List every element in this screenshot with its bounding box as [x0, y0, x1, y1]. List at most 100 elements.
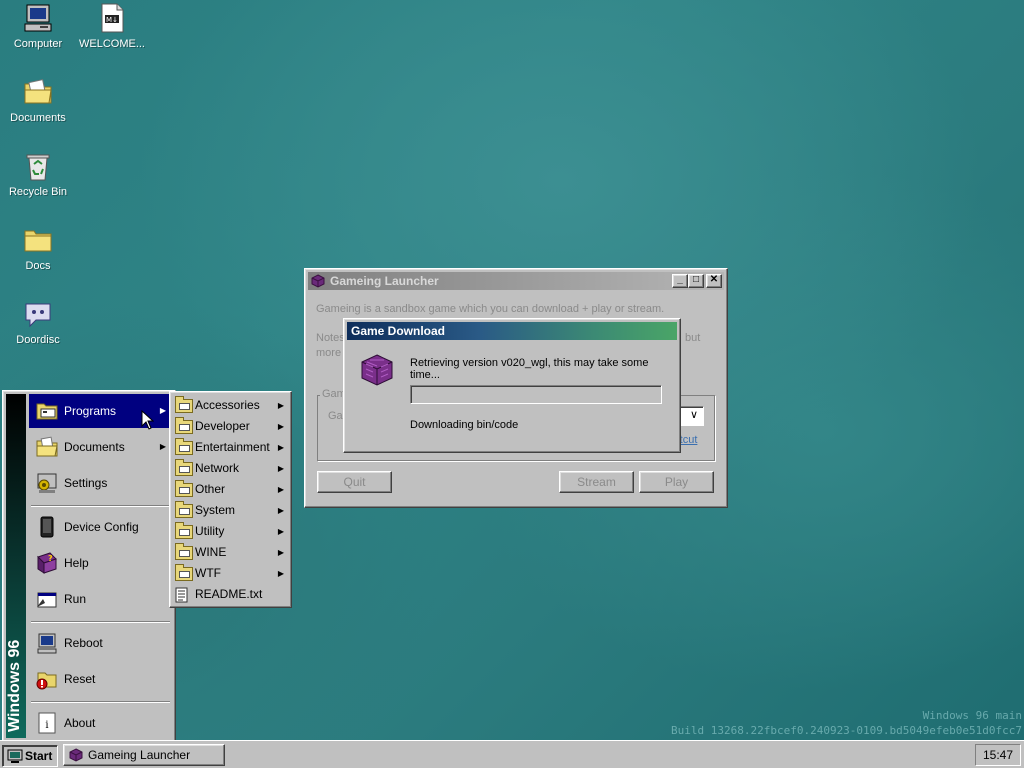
programs-item-label: Entertainment — [195, 440, 270, 454]
programs-item-label: Other — [195, 482, 226, 496]
programs-item-readme[interactable]: README.txt — [173, 584, 288, 605]
mouse-cursor-icon — [141, 409, 155, 433]
program-group-icon — [175, 480, 193, 497]
programs-item-label: Developer — [195, 419, 250, 433]
start-button-label: Start — [25, 749, 53, 763]
start-menu-item-label: About — [64, 716, 96, 730]
download-progress-bar — [410, 385, 662, 404]
start-menu[interactable]: Windows 96 Programs ▶ Documents ▶ Settin… — [2, 390, 176, 742]
desktop-icon-label: Docs — [25, 260, 51, 272]
start-menu-item-reset[interactable]: Reset — [29, 662, 172, 696]
launcher-title: Gameing Launcher — [330, 274, 439, 288]
folder-icon — [22, 224, 54, 256]
start-menu-item-device-config[interactable]: Device Config — [29, 510, 172, 544]
programs-item-system[interactable]: System ▶ — [173, 500, 288, 521]
desktop-icon-documents[interactable]: Documents — [0, 76, 76, 124]
start-menu-item-settings[interactable]: Settings — [29, 466, 172, 500]
start-menu-item-about[interactable]: i About — [29, 706, 172, 740]
watermark-line-2: Build 13268.22fbcef0.240923-0109.bd5049e… — [671, 724, 1022, 737]
download-titlebar[interactable]: Game Download — [347, 322, 677, 340]
documents-folder-icon — [22, 76, 54, 108]
programs-item-wtf[interactable]: WTF ▶ — [173, 563, 288, 584]
programs-item-accessories[interactable]: Accessories ▶ — [173, 395, 288, 416]
launcher-more: more — [316, 347, 342, 359]
minimize-button[interactable]: _ — [672, 274, 688, 288]
chevron-right-icon: ▶ — [277, 422, 284, 431]
menu-divider — [31, 621, 170, 623]
program-group-icon — [175, 459, 193, 476]
program-group-icon — [175, 522, 193, 539]
launcher-titlebar[interactable]: Gameing Launcher _ □ ✕ — [308, 272, 724, 290]
documents-icon — [35, 435, 59, 459]
program-group-icon — [175, 417, 193, 434]
windows-logo-icon — [7, 748, 23, 770]
start-menu-banner-label: Windows 96 — [6, 639, 23, 732]
settings-icon — [35, 471, 59, 495]
reset-icon — [35, 667, 59, 691]
desktop-icon-label: Recycle Bin — [8, 186, 68, 198]
computer-icon — [22, 2, 54, 34]
desktop-icon-label: Computer — [13, 38, 63, 50]
quit-button[interactable]: Quit — [317, 471, 392, 493]
launcher-notes-suffix: but — [685, 332, 701, 344]
recycle-bin-icon — [22, 150, 54, 182]
programs-item-label: Accessories — [195, 398, 260, 412]
desktop-icon-computer[interactable]: Computer — [0, 2, 76, 50]
start-menu-item-documents[interactable]: Documents ▶ — [29, 430, 172, 464]
programs-submenu[interactable]: Accessories ▶ Developer ▶ Entertainment … — [169, 391, 292, 608]
start-menu-item-help[interactable]: ? Help — [29, 546, 172, 580]
maximize-button[interactable]: □ — [688, 274, 704, 288]
desktop-icon-docs[interactable]: Docs — [0, 224, 76, 272]
chevron-right-icon: ▶ — [159, 442, 166, 451]
taskbar-item-gameing-launcher[interactable]: Gameing Launcher — [63, 744, 225, 766]
program-group-icon — [175, 438, 193, 455]
taskbar-clock[interactable]: 15:47 — [975, 744, 1021, 766]
desktop[interactable]: Computer M↓ WELCOME... Documents Recycle… — [0, 0, 1024, 742]
desktop-icon-label: WELCOME... — [78, 38, 145, 50]
chevron-right-icon: ▶ — [277, 527, 284, 536]
close-button[interactable]: ✕ — [706, 274, 722, 288]
reboot-icon — [35, 631, 59, 655]
chevron-right-icon: ▶ — [159, 406, 166, 415]
start-menu-item-label: Documents — [64, 440, 125, 454]
programs-item-label: Utility — [195, 524, 225, 538]
program-group-icon — [175, 396, 193, 413]
download-message: Retrieving version v020_wgl, this may ta… — [410, 357, 649, 381]
download-dialog[interactable]: Game Download Retrieving version v020_wg… — [343, 318, 681, 453]
menu-divider — [31, 701, 170, 703]
start-menu-item-label: Device Config — [64, 520, 139, 534]
programs-item-label: README.txt — [195, 587, 263, 601]
desktop-icon-label: Doordisc — [16, 334, 60, 346]
taskbar: Start Gameing Launcher 15:47 — [0, 740, 1024, 768]
play-button[interactable]: Play — [639, 471, 714, 493]
desktop-icon-label: Documents — [10, 112, 66, 124]
programs-item-entertainment[interactable]: Entertainment ▶ — [173, 437, 288, 458]
stream-button[interactable]: Stream — [559, 471, 634, 493]
device-config-icon — [35, 515, 59, 539]
desktop-icon-welcome[interactable]: M↓ WELCOME... — [74, 2, 150, 50]
text-file-icon — [175, 587, 191, 603]
chevron-right-icon: ▶ — [277, 548, 284, 557]
programs-item-network[interactable]: Network ▶ — [173, 458, 288, 479]
start-menu-item-label: Settings — [64, 476, 108, 490]
start-menu-item-label: Reset — [64, 672, 96, 686]
cube-icon — [360, 353, 394, 387]
programs-item-label: Network — [195, 461, 240, 475]
start-menu-item-reboot[interactable]: Reboot — [29, 626, 172, 660]
chevron-right-icon: ▶ — [277, 443, 284, 452]
chevron-right-icon: ▶ — [277, 506, 284, 515]
svg-text:?: ? — [48, 554, 53, 563]
programs-item-developer[interactable]: Developer ▶ — [173, 416, 288, 437]
watermark-line-1: Windows 96 main — [922, 709, 1022, 722]
programs-item-other[interactable]: Other ▶ — [173, 479, 288, 500]
programs-item-utility[interactable]: Utility ▶ — [173, 521, 288, 542]
programs-item-wine[interactable]: WINE ▶ — [173, 542, 288, 563]
markdown-file-icon: M↓ — [96, 2, 128, 34]
launcher-description: Gameing is a sandbox game which you can … — [316, 303, 665, 315]
desktop-icon-doordisc[interactable]: Doordisc — [0, 298, 76, 346]
build-watermark: Windows 96 main Build 13268.22fbcef0.240… — [671, 708, 1022, 738]
start-menu-item-label: Reboot — [64, 636, 103, 650]
desktop-icon-recycle-bin[interactable]: Recycle Bin — [0, 150, 76, 198]
start-menu-item-run[interactable]: Run — [29, 582, 172, 616]
start-button[interactable]: Start — [2, 745, 58, 767]
